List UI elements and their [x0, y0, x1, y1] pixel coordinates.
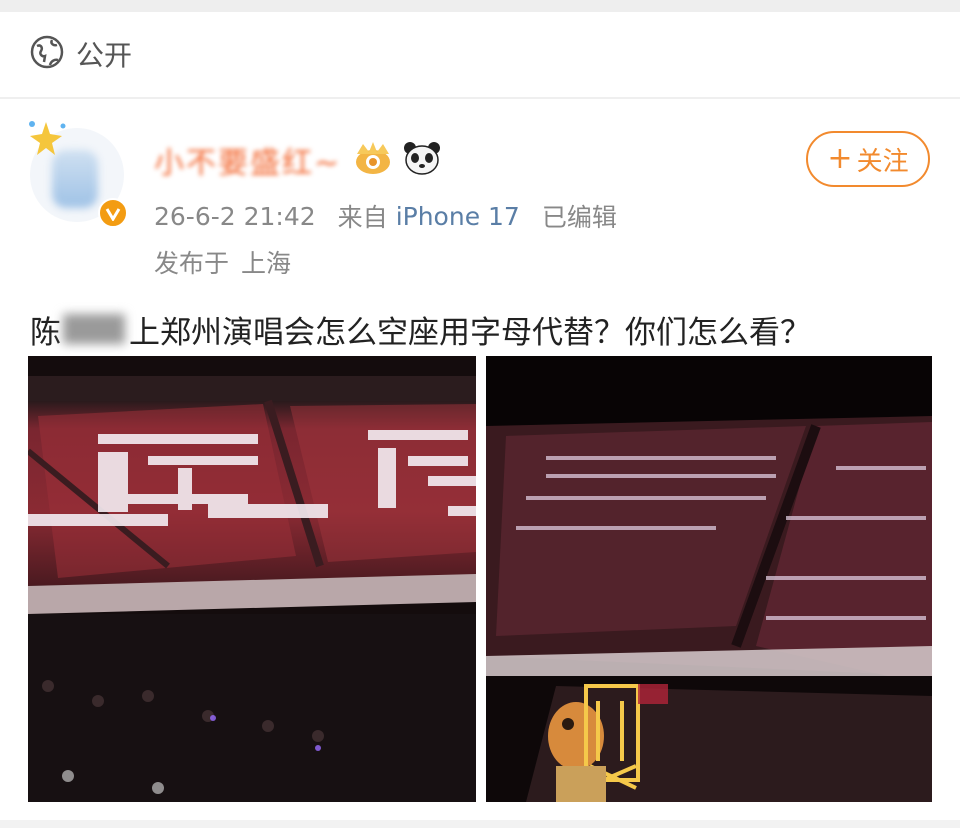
location-prefix: 发布于	[154, 249, 230, 278]
divider	[0, 97, 960, 99]
author-name[interactable]: 小不要盛红~	[154, 138, 341, 182]
member-crown-icon[interactable]	[351, 140, 395, 180]
redacted-name	[63, 314, 125, 344]
source-device-link[interactable]: iPhone 17	[396, 202, 520, 231]
avatar[interactable]	[29, 121, 128, 228]
post-image-2[interactable]	[486, 356, 932, 802]
source-prefix: 来自	[337, 203, 388, 232]
plus-icon: +	[827, 141, 853, 176]
post-text-body: 上郑州演唱会怎么空座用字母代替？你们怎么看？	[129, 314, 811, 351]
globe-icon	[30, 35, 64, 73]
post-text-start: 陈	[30, 314, 61, 351]
bottom-divider	[0, 820, 960, 828]
follow-button[interactable]: + 关注	[806, 131, 930, 187]
sparkle-icon	[24, 118, 68, 162]
visibility-row: 公开	[30, 34, 132, 74]
visibility-label: 公开	[76, 39, 133, 72]
panda-icon[interactable]	[403, 140, 441, 180]
follow-label: 关注	[856, 146, 909, 177]
author-row: 小不要盛红~	[154, 138, 441, 182]
top-strip	[0, 0, 960, 12]
post-meta: 26-6-2 21:42 来自 iPhone 17 已编辑	[154, 198, 617, 234]
post-time: 26-6-2 21:42	[154, 201, 316, 231]
edited-label[interactable]: 已编辑	[542, 198, 617, 234]
post-text: 陈 上郑州演唱会怎么空座用字母代替？你们怎么看？	[30, 306, 811, 352]
location-value: 上海	[241, 249, 292, 278]
location-row: 发布于 上海	[154, 244, 291, 280]
post-image-1[interactable]	[28, 356, 476, 802]
verified-icon	[98, 198, 128, 228]
